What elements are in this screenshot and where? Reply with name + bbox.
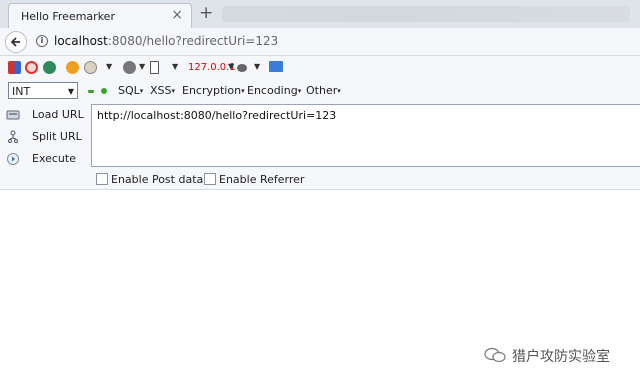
firebug-icon[interactable] — [66, 61, 79, 74]
wechat-icon — [484, 347, 506, 363]
split-url-icon — [8, 130, 18, 143]
enable-post-data-label: Enable Post data — [111, 173, 204, 186]
web-developer-icon[interactable] — [123, 61, 136, 74]
caret-icon: ▾ — [171, 87, 176, 95]
navigation-bar: i localhost:8080/hello?redirectUri=123 — [0, 28, 640, 56]
encoding-select[interactable]: INT ▼ — [8, 82, 78, 99]
info-icon[interactable]: i — [36, 35, 48, 47]
page-icon[interactable] — [150, 61, 159, 74]
back-arrow-icon — [10, 37, 20, 47]
menu-sql-label: SQL — [118, 84, 140, 97]
load-url-label: Load URL — [32, 108, 84, 121]
caret-icon: ▾ — [297, 87, 302, 95]
play-icon — [7, 153, 19, 165]
url-textarea-value: http://localhost:8080/hello?redirectUri=… — [97, 109, 337, 122]
globe-green-icon[interactable] — [43, 61, 56, 74]
menu-encryption[interactable]: Encryption▾ — [182, 84, 245, 97]
caret-icon: ▾ — [139, 87, 144, 95]
screen-ruler-icon[interactable] — [269, 61, 283, 72]
menu-xss-label: XSS — [150, 84, 172, 97]
seo-icon[interactable] — [8, 61, 21, 74]
watermark-text: 猎户攻防实验室 — [512, 349, 610, 365]
menu-encryption-label: Encryption — [182, 84, 242, 97]
caret-icon: ▾ — [337, 87, 341, 95]
chevron-down-icon[interactable]: ▼ — [139, 62, 145, 71]
chevron-down-icon[interactable]: ▼ — [172, 62, 178, 71]
enable-post-data-checkbox[interactable] — [96, 173, 108, 185]
address-bar[interactable]: localhost:8080/hello?redirectUri=123 — [54, 34, 278, 48]
chevron-down-icon[interactable]: ▼ — [254, 62, 260, 71]
enable-referrer-label: Enable Referrer — [219, 173, 305, 186]
blurred-tabs — [222, 6, 630, 22]
chevron-down-icon[interactable]: ▼ — [228, 62, 234, 71]
url-textarea[interactable]: http://localhost:8080/hello?redirectUri=… — [91, 104, 640, 167]
addon-toolbar: ▼ ▼ ▼ 127.0.0.1 ▼ ▼ — [0, 56, 640, 80]
tab-title: Hello Freemarker — [21, 10, 115, 23]
plus-icon[interactable] — [101, 88, 107, 94]
new-tab-button[interactable]: + — [199, 4, 213, 22]
menu-other[interactable]: Other▾ — [306, 84, 341, 97]
menu-other-label: Other — [306, 84, 338, 97]
menu-sql[interactable]: SQL▾ — [118, 84, 143, 97]
tab-strip: Hello Freemarker × + — [0, 0, 640, 28]
chevron-down-icon: ▼ — [67, 87, 74, 96]
hackbar-panel: INT ▼ SQL▾ XSS▾ Encryption▾ Encoding▾ Ot… — [0, 80, 640, 190]
menu-xss[interactable]: XSS▾ — [150, 84, 175, 97]
menu-encoding-label: Encoding — [247, 84, 298, 97]
block-icon[interactable] — [25, 61, 38, 74]
close-tab-icon[interactable]: × — [171, 8, 183, 22]
minus-icon[interactable] — [88, 90, 94, 93]
palette-icon[interactable] — [84, 61, 97, 74]
chevron-down-icon[interactable]: ▼ — [106, 62, 112, 71]
url-path: :8080/hello?redirectUri=123 — [107, 34, 279, 48]
split-url-label: Split URL — [32, 130, 82, 143]
execute-label: Execute — [32, 152, 76, 165]
back-button[interactable] — [5, 31, 27, 53]
load-url-icon — [6, 110, 20, 120]
bug-icon[interactable] — [237, 64, 247, 72]
menu-encoding[interactable]: Encoding▾ — [247, 84, 301, 97]
enable-referrer-checkbox[interactable] — [204, 173, 216, 185]
tab-hello-freemarker[interactable]: Hello Freemarker × — [8, 3, 192, 28]
encoding-select-value: INT — [12, 85, 31, 98]
caret-icon: ▾ — [241, 87, 245, 95]
url-host: localhost — [54, 34, 108, 48]
